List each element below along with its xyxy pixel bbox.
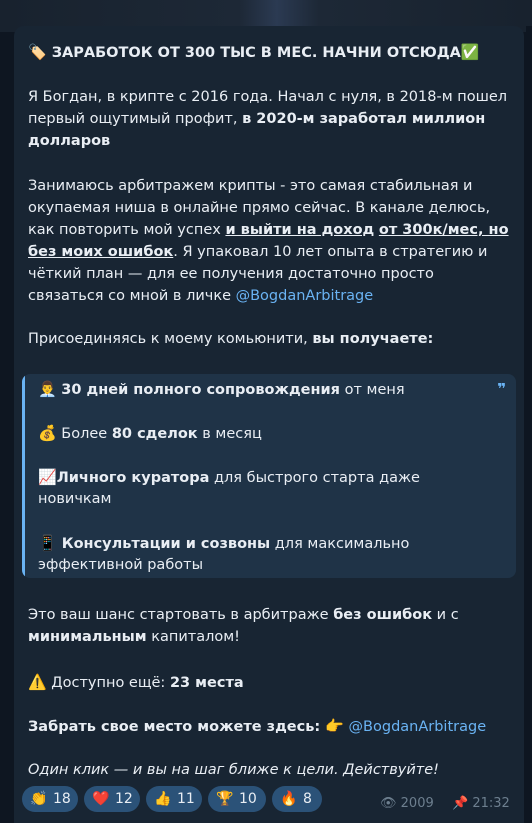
benefits-quote: ❞ 👨‍💼 30 дней полного сопровождения от м… bbox=[22, 374, 516, 578]
thumbs-up-icon: 👍 bbox=[154, 791, 172, 807]
cta-username-link[interactable]: @BogdanArbitrage bbox=[344, 719, 487, 735]
p2-line-5: чёткий план — для ее получения достаточн… bbox=[28, 266, 434, 282]
p4-line-1: Это ваш шанс стартовать в арбитраже без … bbox=[28, 607, 459, 623]
reaction-thumbs-up[interactable]: 👍 11 bbox=[146, 786, 202, 812]
check-icon: ✅ bbox=[460, 43, 480, 61]
reaction-count: 8 bbox=[303, 791, 312, 807]
reaction-count: 18 bbox=[53, 791, 71, 807]
reaction-count: 11 bbox=[177, 791, 195, 807]
clap-icon: 👏 bbox=[30, 791, 48, 807]
p4-line-2: минимальным капиталом! bbox=[28, 629, 240, 645]
reaction-count: 10 bbox=[239, 791, 257, 807]
manager-icon: 👨‍💼 bbox=[38, 380, 57, 398]
quote-icon: ❞ bbox=[497, 380, 506, 398]
availability-line: ⚠️ Доступно ещё: 23 места bbox=[28, 673, 244, 691]
reaction-trophy[interactable]: 🏆 10 bbox=[208, 786, 266, 812]
benefit-item-4: 📱 Консультации и созвоны для максимально bbox=[38, 534, 410, 552]
benefit-item-4-line-2: эффективной работы bbox=[38, 557, 204, 573]
warning-icon: ⚠️ bbox=[28, 673, 47, 691]
reaction-clap[interactable]: 👏 18 bbox=[22, 786, 78, 812]
eye-icon: 👁 bbox=[380, 796, 397, 811]
reaction-fire[interactable]: 🔥 8 bbox=[272, 786, 322, 812]
reaction-heart[interactable]: ❤️ 12 bbox=[84, 786, 140, 812]
money-bag-icon: 💰 bbox=[38, 424, 57, 442]
username-link[interactable]: @BogdanArbitrage bbox=[236, 288, 374, 304]
p2-line-2: окупаемая ниша в онлайне прямо сейчас. В… bbox=[28, 200, 491, 216]
views-count: 👁 2009 bbox=[380, 796, 434, 811]
closing-line: Один клик — и вы на шаг ближе к цели. Де… bbox=[28, 762, 439, 778]
fire-icon: 🔥 bbox=[280, 791, 298, 807]
intro-line-2: первый ощутимый профит, в 2020-м заработ… bbox=[28, 111, 486, 127]
chart-up-icon: 📈 bbox=[38, 468, 57, 486]
post-title: 🏷️ ЗАРАБОТОК ОТ 300 ТЫС В МЕС. НАЧНИ ОТС… bbox=[28, 41, 480, 64]
p2-line-1: Занимаюсь арбитражем крипты - это самая … bbox=[28, 178, 473, 194]
pointing-hand-icon: 👉 bbox=[325, 717, 344, 735]
cta-line: Забрать свое место можете здесь: 👉 @Bogd… bbox=[28, 717, 487, 735]
channel-feed: 🏷️ ЗАРАБОТОК ОТ 300 ТЫС В МЕС. НАЧНИ ОТС… bbox=[0, 0, 532, 823]
benefit-item-3: 📈Личного куратора для быстрого старта да… bbox=[38, 468, 420, 486]
post-time: 📌 21:32 bbox=[452, 796, 510, 811]
tag-icon: 🏷️ bbox=[28, 43, 47, 61]
benefit-item-2: 💰 Более 80 сделок в месяц bbox=[38, 424, 262, 442]
phone-icon: 📱 bbox=[38, 534, 57, 552]
benefit-item-3-line-2: новичкам bbox=[38, 491, 112, 507]
reaction-count: 12 bbox=[115, 791, 133, 807]
p2-line-3: как повторить мой успех и выйти на доход… bbox=[28, 222, 509, 238]
trophy-icon: 🏆 bbox=[216, 791, 234, 807]
benefit-item-1: 👨‍💼 30 дней полного сопровождения от мен… bbox=[38, 380, 405, 398]
p3-line: Присоединяясь к моему комьюнити, вы полу… bbox=[28, 331, 434, 347]
title-text: ЗАРАБОТОК ОТ 300 ТЫС В МЕС. НАЧНИ ОТСЮДА bbox=[51, 45, 461, 61]
heart-icon: ❤️ bbox=[92, 791, 110, 807]
pin-icon: 📌 bbox=[452, 796, 469, 811]
p2-line-4: без моих ошибок. Я упаковал 10 лет опыта… bbox=[28, 244, 488, 260]
intro-line-3: долларов bbox=[28, 133, 111, 149]
p2-line-6: связаться со мной в личке @BogdanArbitra… bbox=[28, 288, 374, 304]
intro-line-1: Я Богдан, в крипте с 2016 года. Начал с … bbox=[28, 89, 508, 105]
